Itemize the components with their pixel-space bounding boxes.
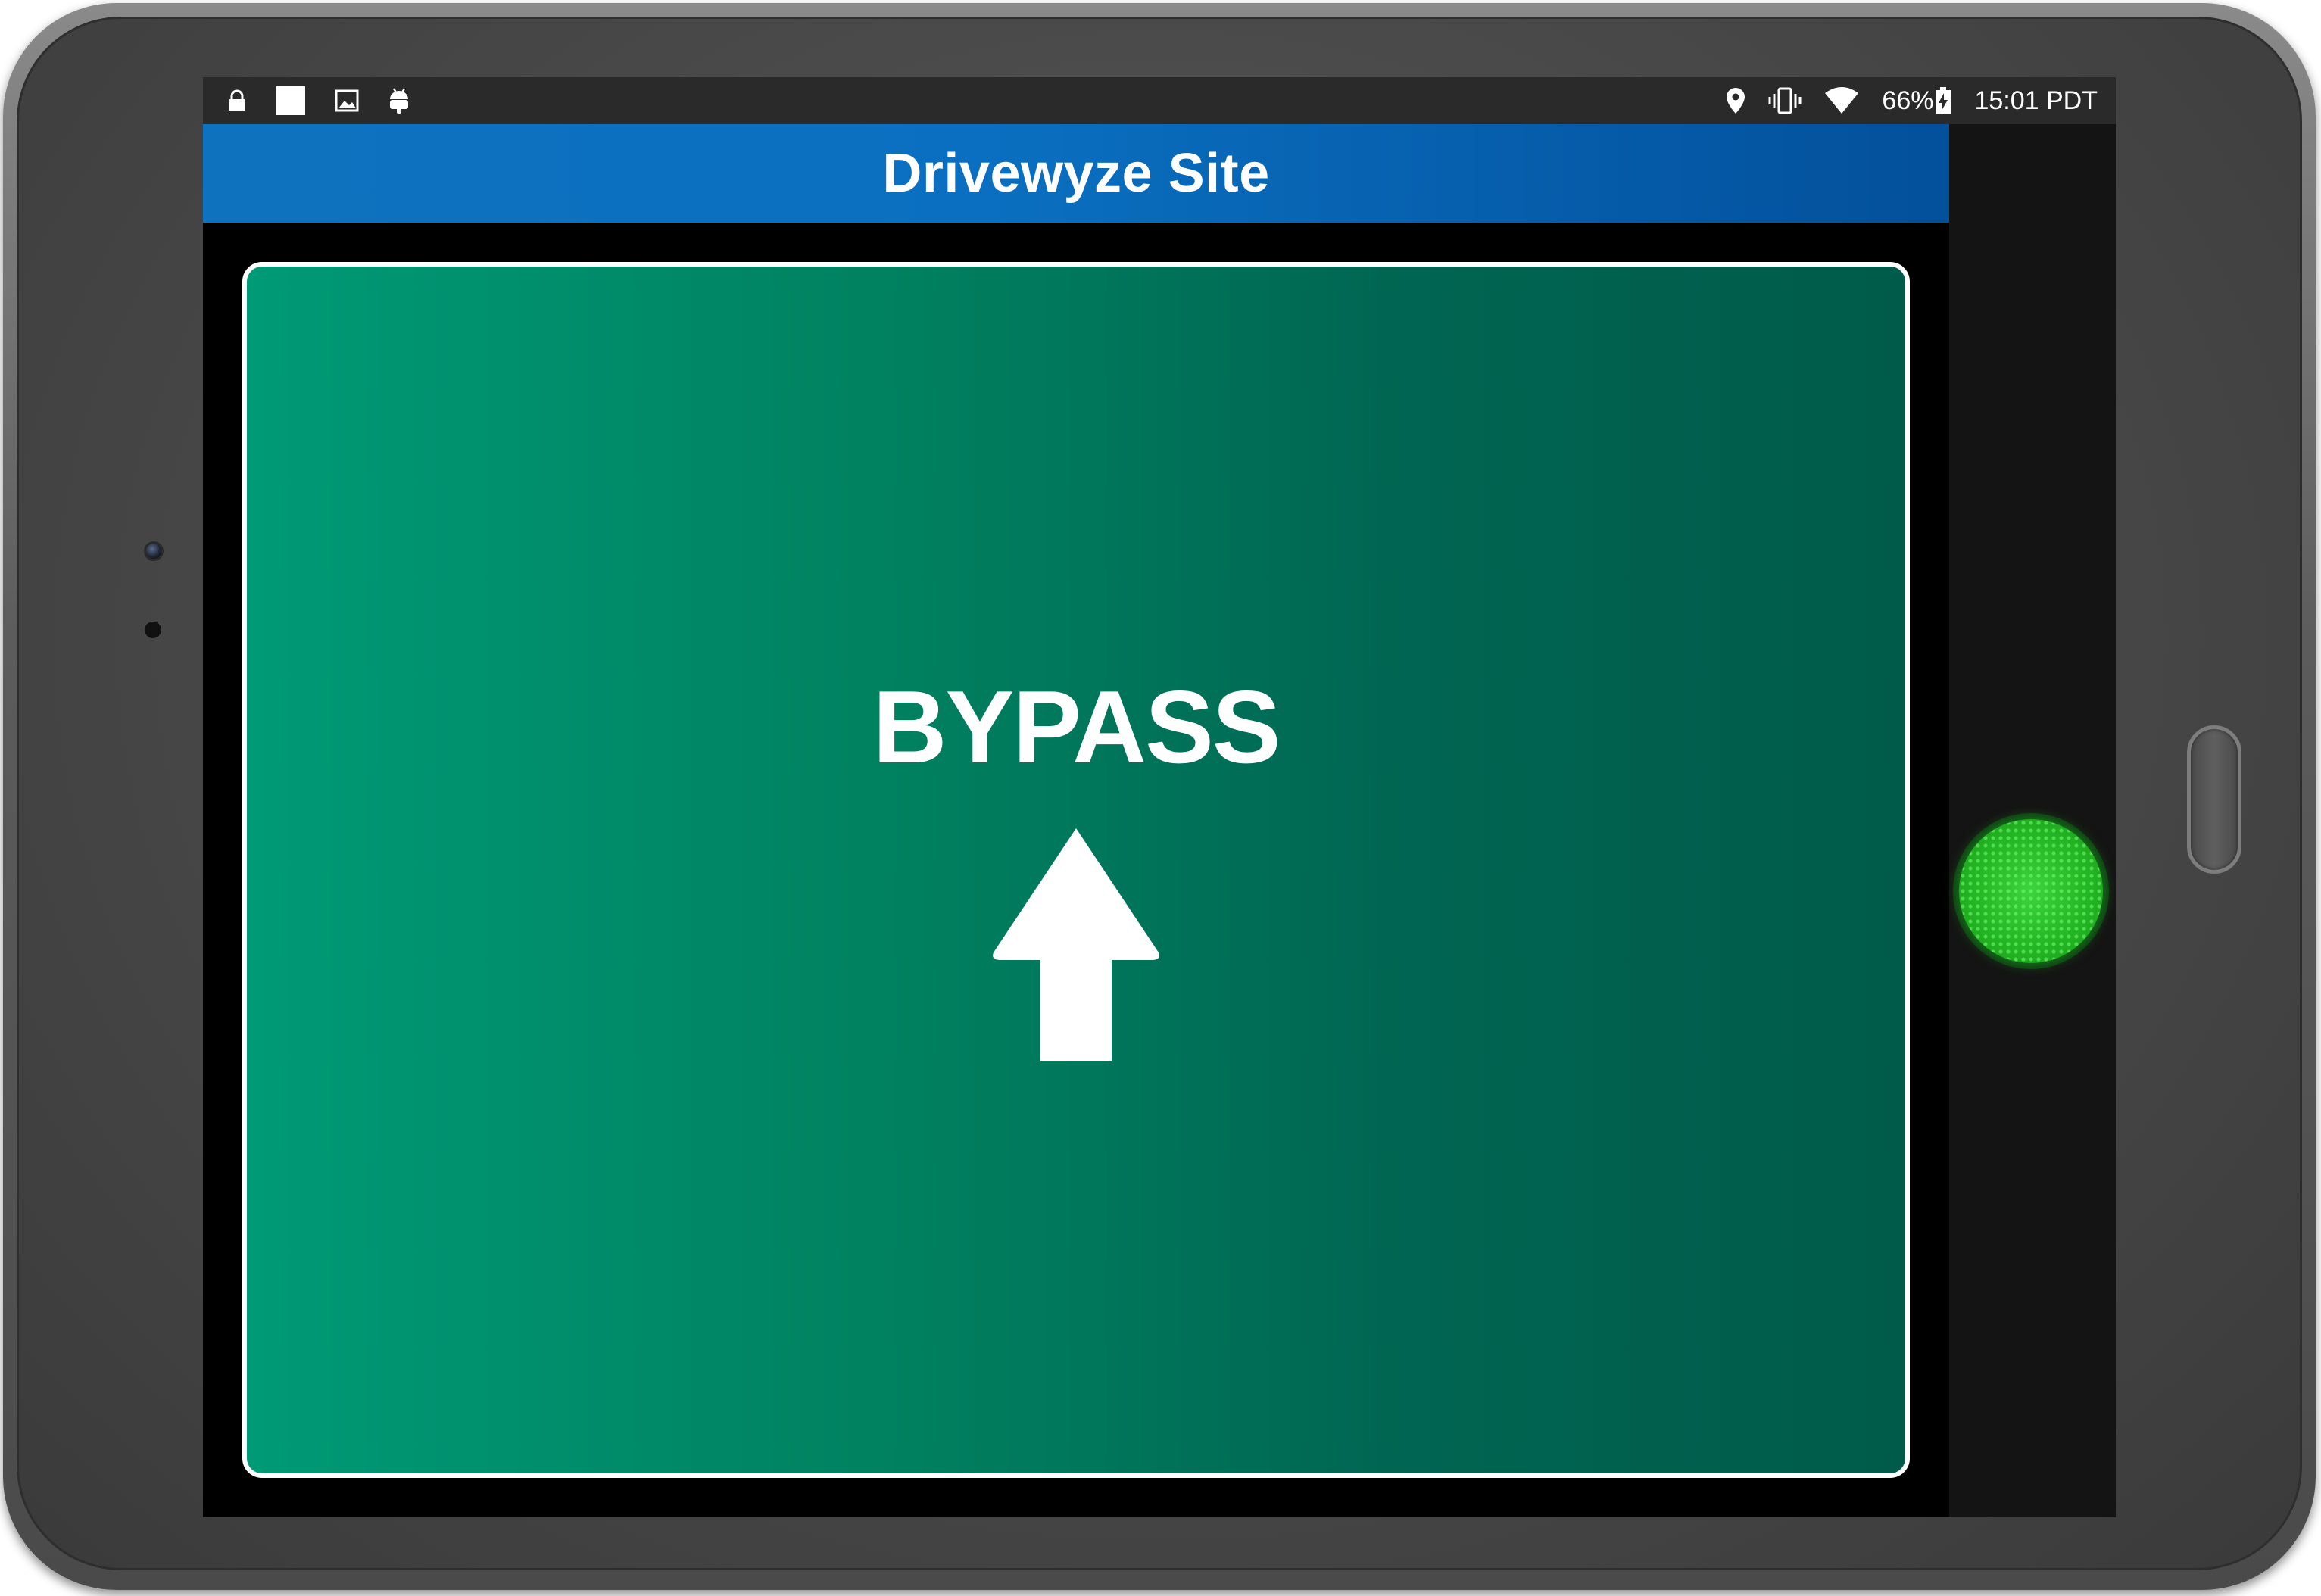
app-header: Drivewyze Site bbox=[203, 124, 1949, 223]
arrow-up-icon bbox=[993, 828, 1159, 1061]
status-clock: 15:01 PDT bbox=[1974, 86, 2098, 115]
status-bar: 66% 15:01 PDT bbox=[203, 77, 2116, 124]
content-area: BYPASS bbox=[203, 223, 1949, 1517]
battery-charging-icon bbox=[1935, 87, 1951, 114]
vibrate-icon bbox=[1768, 87, 1802, 114]
wifi-icon bbox=[1824, 87, 1859, 114]
home-button[interactable] bbox=[2187, 725, 2241, 874]
front-camera bbox=[144, 541, 164, 561]
status-light-lens bbox=[1959, 819, 2103, 963]
status-notifications bbox=[227, 86, 410, 116]
sign-text: BYPASS bbox=[872, 669, 1281, 784]
android-icon bbox=[388, 87, 410, 114]
app-title: Drivewyze Site bbox=[882, 143, 1270, 204]
location-pin-icon bbox=[1726, 87, 1745, 114]
image-icon bbox=[335, 89, 359, 112]
status-system: 66% 15:01 PDT bbox=[1726, 86, 2098, 116]
bypass-sign: BYPASS bbox=[242, 262, 1910, 1478]
lock-icon bbox=[227, 89, 247, 112]
notification-square-icon bbox=[276, 86, 306, 116]
green-light-icon bbox=[1953, 813, 2109, 969]
tablet-screen: 66% 15:01 PDT Drivewyze Site BYPASS bbox=[203, 77, 2116, 1517]
battery-percent: 66% bbox=[1882, 86, 1934, 115]
light-sensor bbox=[145, 622, 161, 638]
